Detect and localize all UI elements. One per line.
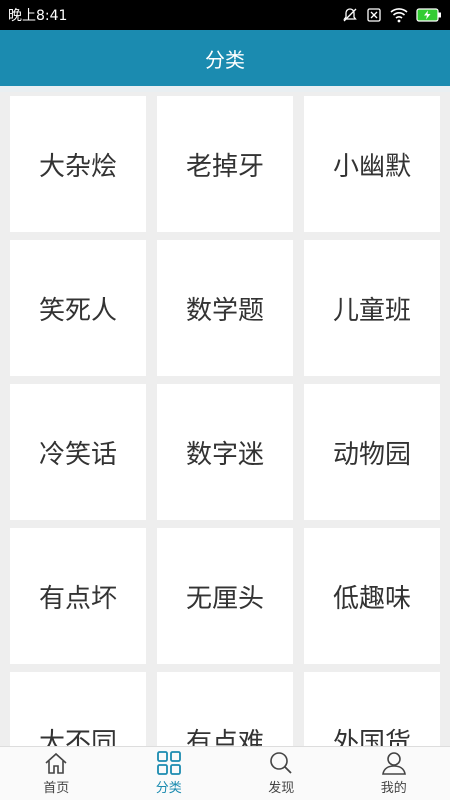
tab-category-label: 分类 [155,781,182,796]
category-tile[interactable]: 大杂烩 [10,96,146,232]
category-tile[interactable]: 冷笑话 [10,384,146,520]
tab-discover[interactable]: 发现 [225,747,338,800]
sim-none-icon [366,7,382,23]
bottom-tab-bar: 首页 分类 发现 我的 [0,746,450,800]
tab-home-label: 首页 [43,781,70,796]
category-tile[interactable]: 老掉牙 [157,96,293,232]
mute-bell-icon [342,7,358,23]
grid-icon [156,751,182,777]
tab-mine-label: 我的 [380,781,407,796]
category-tile[interactable]: 数学题 [157,240,293,376]
wifi-icon [390,7,408,23]
category-tile[interactable]: 大不同 [10,672,146,746]
tab-category[interactable]: 分类 [113,747,226,800]
home-icon [43,751,69,777]
category-tile[interactable]: 外国货 [304,672,440,746]
category-grid: 大杂烩 老掉牙 小幽默 笑死人 数学题 儿童班 冷笑话 数字迷 动物园 有点坏 … [10,96,440,746]
page-title: 分类 [205,47,245,72]
status-icons [342,7,442,23]
tab-mine[interactable]: 我的 [338,747,450,800]
category-scroll-area[interactable]: 大杂烩 老掉牙 小幽默 笑死人 数学题 儿童班 冷笑话 数字迷 动物园 有点坏 … [0,92,450,746]
category-tile[interactable]: 小幽默 [304,96,440,232]
tab-home[interactable]: 首页 [0,747,113,800]
category-tile[interactable]: 无厘头 [157,528,293,664]
user-icon [381,751,407,777]
status-time: 晚上8:41 [8,8,68,24]
tab-discover-label: 发现 [268,781,295,796]
battery-charging-icon [416,8,442,22]
category-tile[interactable]: 笑死人 [10,240,146,376]
category-tile[interactable]: 有点坏 [10,528,146,664]
category-tile[interactable]: 数字迷 [157,384,293,520]
category-tile[interactable]: 低趣味 [304,528,440,664]
app-header: 分类 [0,30,450,86]
search-icon [268,751,294,777]
category-tile[interactable]: 儿童班 [304,240,440,376]
category-tile[interactable]: 有点难 [157,672,293,746]
category-tile[interactable]: 动物园 [304,384,440,520]
status-bar: 晚上8:41 [0,0,450,30]
